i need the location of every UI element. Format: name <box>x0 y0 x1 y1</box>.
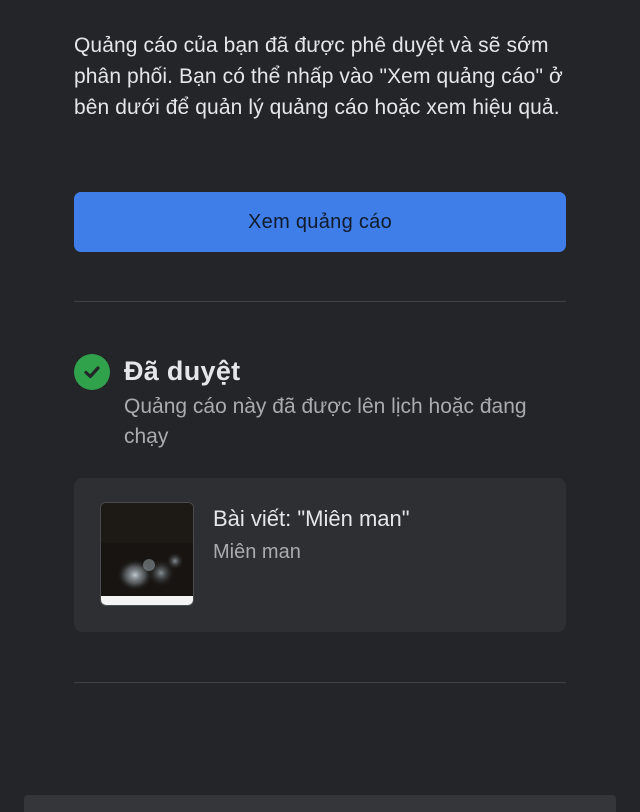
post-subtitle: Miên man <box>213 541 301 563</box>
post-card[interactable]: Bài viết: "Miên man" Miên man <box>74 478 566 632</box>
divider <box>74 301 566 302</box>
check-circle-icon <box>74 354 110 390</box>
divider <box>74 682 566 683</box>
approval-message: Quảng cáo của bạn đã được phê duyệt và s… <box>74 34 563 119</box>
status-title: Đã duyệt <box>124 356 241 386</box>
post-title[interactable]: Bài viết: "Miên man" <box>213 504 410 534</box>
bottom-bar <box>24 795 616 812</box>
status-description: Quảng cáo này đã được lên lịch hoặc đang… <box>124 395 527 448</box>
view-ad-button[interactable]: Xem quảng cáo <box>74 192 566 252</box>
post-thumbnail <box>100 502 194 606</box>
ad-status-screen: Quảng cáo của bạn đã được phê duyệt và s… <box>0 0 640 812</box>
